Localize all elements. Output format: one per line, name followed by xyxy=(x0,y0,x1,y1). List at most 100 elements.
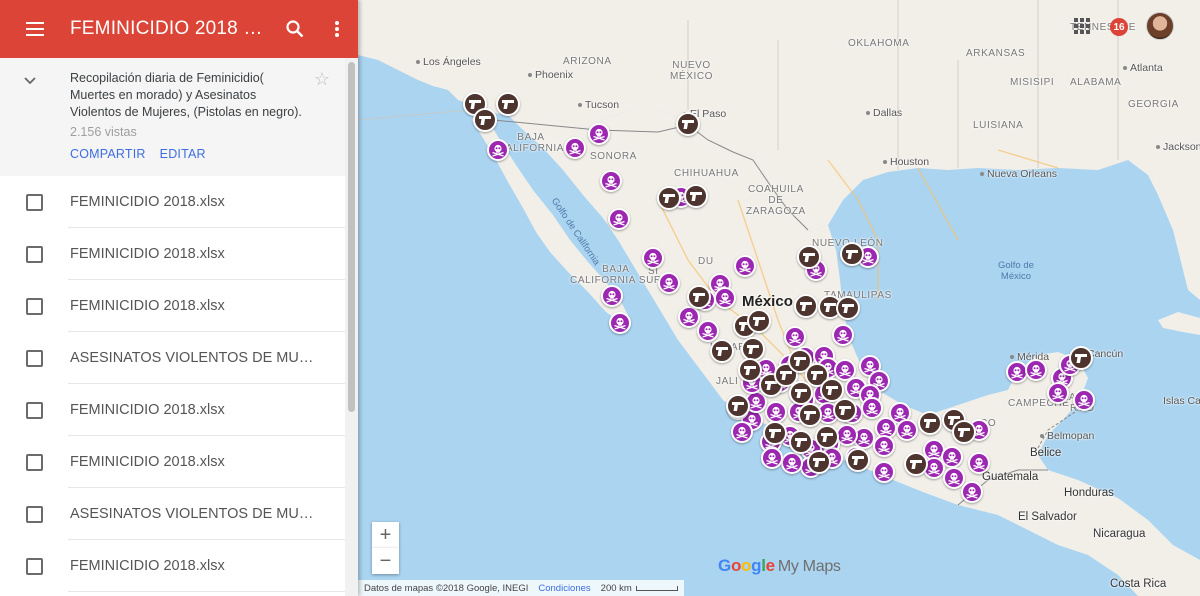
skull-crossbones-icon xyxy=(928,444,940,457)
more-options-button[interactable] xyxy=(316,0,358,58)
feminicidio-pin[interactable] xyxy=(832,324,854,346)
terms-link[interactable]: Condiciones xyxy=(538,583,590,594)
pistol-icon xyxy=(690,192,702,201)
avatar[interactable] xyxy=(1146,12,1174,40)
asesinato-pin[interactable] xyxy=(1069,346,1093,370)
feminicidio-pin[interactable] xyxy=(961,481,983,503)
feminicidio-pin[interactable] xyxy=(608,208,630,230)
asesinato-pin[interactable] xyxy=(794,294,818,318)
layer-checkbox[interactable] xyxy=(26,558,43,575)
asesinato-pin[interactable] xyxy=(846,448,870,472)
zoom-out-button[interactable]: − xyxy=(372,548,399,574)
collapse-button[interactable] xyxy=(24,72,36,90)
layer-item[interactable]: FEMINICIDIO 2018.xlsx xyxy=(0,540,345,592)
asesinato-pin[interactable] xyxy=(952,420,976,444)
feminicidio-pin[interactable] xyxy=(714,287,736,309)
notification-badge[interactable]: 16 xyxy=(1110,18,1128,36)
state-label-nuevo-mexico: NUEVO MÉXICO xyxy=(670,60,714,82)
asesinato-pin[interactable] xyxy=(657,186,681,210)
feminicidio-pin[interactable] xyxy=(896,419,918,441)
feminicidio-pin[interactable] xyxy=(1073,389,1095,411)
layer-item[interactable]: FEMINICIDIO 2018.xlsx xyxy=(0,280,345,332)
asesinato-pin[interactable] xyxy=(687,285,711,309)
asesinato-pin[interactable] xyxy=(710,339,734,363)
layer-checkbox[interactable] xyxy=(26,402,43,419)
skull-crossbones-icon xyxy=(878,466,890,479)
share-button[interactable]: COMPARTIR xyxy=(70,147,146,161)
asesinato-pin[interactable] xyxy=(815,425,839,449)
asesinato-pin[interactable] xyxy=(789,381,813,405)
asesinato-pin[interactable] xyxy=(496,92,520,116)
scrollbar-thumb[interactable] xyxy=(348,62,355,412)
feminicidio-pin[interactable] xyxy=(642,247,664,269)
asesinato-pin[interactable] xyxy=(738,358,762,382)
feminicidio-pin[interactable] xyxy=(784,326,806,348)
feminicidio-pin[interactable] xyxy=(765,401,787,423)
feminicidio-pin[interactable] xyxy=(697,320,719,342)
layer-item[interactable]: FEMINICIDIO 2018.xlsx xyxy=(0,176,345,228)
asesinato-pin[interactable] xyxy=(747,309,771,333)
apps-grid-icon[interactable] xyxy=(1074,18,1090,34)
pistol-icon xyxy=(924,419,936,428)
feminicidio-pin[interactable] xyxy=(761,447,783,469)
feminicidio-pin[interactable] xyxy=(734,255,756,277)
feminicidio-pin[interactable] xyxy=(487,139,509,161)
asesinato-pin[interactable] xyxy=(840,242,864,266)
feminicidio-pin[interactable] xyxy=(968,452,990,474)
country-label-mexico: México xyxy=(742,293,793,310)
skull-crossbones-icon xyxy=(750,396,762,409)
asesinato-pin[interactable] xyxy=(833,398,857,422)
feminicidio-pin[interactable] xyxy=(600,170,622,192)
sidebar-scrollbar[interactable] xyxy=(345,58,358,596)
asesinato-pin[interactable] xyxy=(918,411,942,435)
state-label-durango: DU xyxy=(698,256,714,267)
feminicidio-pin[interactable] xyxy=(873,435,895,457)
asesinato-pin[interactable] xyxy=(798,403,822,427)
map-canvas[interactable]: Los Ángeles Phoenix Tucson El Paso Dalla… xyxy=(358,0,1200,596)
feminicidio-pin[interactable] xyxy=(1047,382,1069,404)
layer-checkbox[interactable] xyxy=(26,350,43,367)
star-icon[interactable]: ☆ xyxy=(314,69,330,90)
layer-label: FEMINICIDIO 2018.xlsx xyxy=(70,558,225,574)
feminicidio-pin[interactable] xyxy=(731,421,753,443)
asesinato-pin[interactable] xyxy=(684,184,708,208)
layer-item[interactable]: ASESINATOS VIOLENTOS DE MUJER... xyxy=(0,488,345,540)
feminicidio-pin[interactable] xyxy=(873,461,895,483)
search-button[interactable] xyxy=(274,0,316,58)
zoom-in-button[interactable]: + xyxy=(372,522,399,548)
layer-checkbox[interactable] xyxy=(26,194,43,211)
skull-crossbones-icon xyxy=(928,462,940,475)
my-maps-label: My Maps xyxy=(777,558,841,575)
asesinato-pin[interactable] xyxy=(473,108,497,132)
layer-item[interactable]: FEMINICIDIO 2018.xlsx xyxy=(0,436,345,488)
feminicidio-pin[interactable] xyxy=(588,123,610,145)
feminicidio-pin[interactable] xyxy=(564,137,586,159)
layer-checkbox[interactable] xyxy=(26,454,43,471)
asesinato-pin[interactable] xyxy=(797,245,821,269)
layer-checkbox[interactable] xyxy=(26,246,43,263)
feminicidio-pin[interactable] xyxy=(1025,359,1047,381)
feminicidio-pin[interactable] xyxy=(861,397,883,419)
feminicidio-pin[interactable] xyxy=(678,306,700,328)
feminicidio-pin[interactable] xyxy=(658,272,680,294)
feminicidio-pin[interactable] xyxy=(601,285,623,307)
pistol-icon xyxy=(1075,354,1087,363)
layer-checkbox[interactable] xyxy=(26,506,43,523)
feminicidio-pin[interactable] xyxy=(609,312,631,334)
skull-crossbones-icon xyxy=(878,440,890,453)
asesinato-pin[interactable] xyxy=(836,296,860,320)
menu-button[interactable] xyxy=(0,0,70,58)
layer-item[interactable]: FEMINICIDIO 2018.xlsx xyxy=(0,384,345,436)
asesinato-pin[interactable] xyxy=(807,450,831,474)
layer-checkbox[interactable] xyxy=(26,298,43,315)
layer-item[interactable]: FEMINICIDIO 2018.xlsx xyxy=(0,228,345,280)
asesinato-pin[interactable] xyxy=(763,421,787,445)
layer-label: ASESINATOS VIOLENTOS DE MUJER... xyxy=(70,350,320,366)
edit-button[interactable]: EDITAR xyxy=(160,147,206,161)
asesinato-pin[interactable] xyxy=(726,394,750,418)
feminicidio-pin[interactable] xyxy=(781,452,803,474)
asesinato-pin[interactable] xyxy=(789,430,813,454)
layer-item[interactable]: ASESINATOS VIOLENTOS DE MUJER... xyxy=(0,332,345,384)
asesinato-pin[interactable] xyxy=(676,112,700,136)
asesinato-pin[interactable] xyxy=(904,452,928,476)
